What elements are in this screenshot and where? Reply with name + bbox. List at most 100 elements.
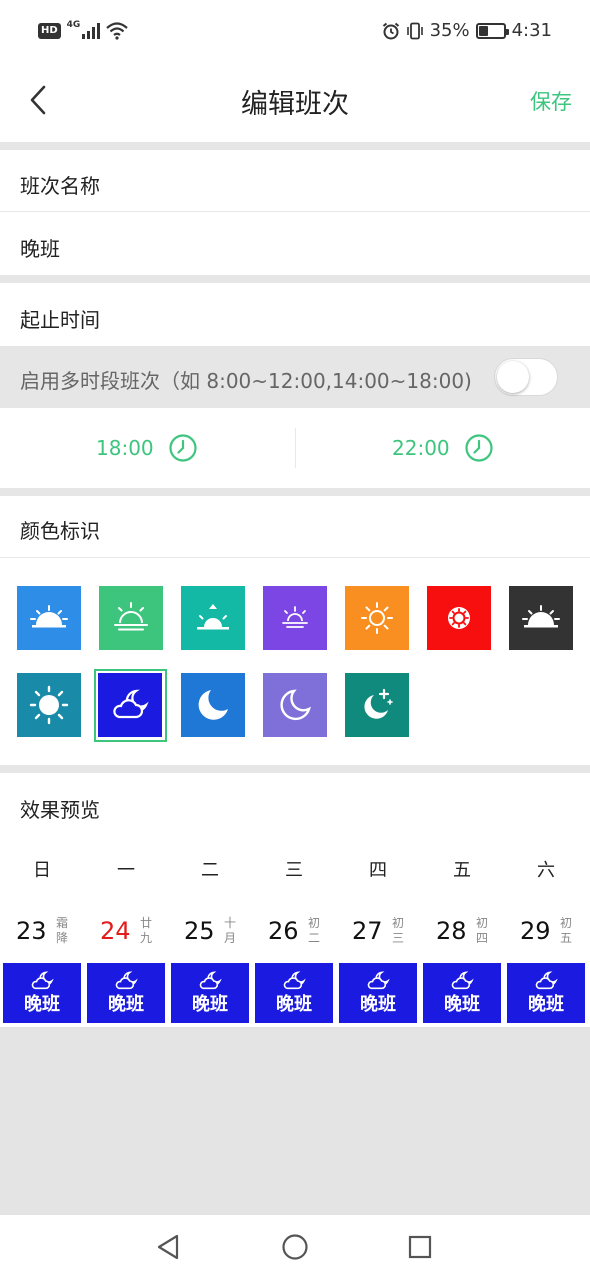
end-time-picker[interactable]: 22:00 [392,408,494,488]
wifi-icon [106,22,129,40]
moon-icon [198,690,228,720]
color-option-moon[interactable] [181,673,245,737]
cloud-moon-icon [115,971,138,990]
recents-square-icon [408,1235,432,1259]
network-type: 4G [66,20,81,30]
shift-preview-label: 晚班 [444,994,480,1015]
status-left: HD 4G [38,20,129,40]
cloud-moon-icon [535,971,558,990]
color-option-sun-full[interactable] [17,673,81,737]
hd-icon: HD [38,23,61,39]
date-cell: 25 十月 [168,912,252,954]
status-right: 35% 4:31 [382,20,552,41]
lunar-date: 初四 [475,916,488,945]
color-option-moon-outline[interactable] [263,673,327,737]
clock-icon [169,434,197,462]
divider [0,211,590,212]
sunrise-up-icon [197,604,229,630]
date-number: 28 [436,917,467,945]
sun-full-icon [29,685,69,725]
shift-preview-cell: 晚班 [171,963,249,1023]
divider [0,557,590,558]
shift-preview-cell: 晚班 [87,963,165,1023]
time-row: 18:00 22:00 [0,408,590,488]
home-circle-icon [282,1234,308,1260]
sunset-dark-icon [522,605,560,628]
weekday-sat: 六 [537,860,555,881]
sunrise-outline-icon [114,602,148,631]
shift-preview-label: 晚班 [360,994,396,1015]
lunar-date: 初五 [559,916,572,945]
lunar-date: 廿九 [139,916,152,945]
weekday-sun: 日 [33,860,51,881]
alarm-icon [382,22,399,39]
app-header: 编辑班次 保存 [0,68,590,142]
shift-preview-label: 晚班 [24,994,60,1015]
sunrise-icon [30,605,68,628]
multi-period-row: 启用多时段班次（如 8:00~12:00,14:00~18:00) [0,346,590,408]
shift-preview-cell: 晚班 [255,963,333,1023]
nav-recents-button[interactable] [402,1229,438,1265]
date-cell: 26 初二 [252,912,336,954]
cloud-moon-icon [199,971,222,990]
color-option-sun[interactable] [427,586,491,650]
cloud-moon-icon [451,971,474,990]
shift-name-title: 班次名称 [20,174,100,198]
color-option-sunrise-up[interactable] [181,586,245,650]
date-number: 27 [352,917,383,945]
shift-preview-cell: 晚班 [339,963,417,1023]
multi-period-toggle[interactable] [494,358,558,396]
shift-preview-cell: 晚班 [423,963,501,1023]
moon-outline-icon [280,689,311,721]
battery-level-fill [478,25,488,36]
weekday-tue: 二 [201,860,219,881]
section-gap [0,142,590,150]
color-option-sunrise-outline[interactable] [99,586,163,650]
lunar-date: 初二 [307,916,320,945]
shift-preview-cell: 晚班 [507,963,585,1023]
save-button[interactable]: 保存 [530,86,572,116]
section-gap [0,765,590,773]
color-option-cloud-moon[interactable] [98,673,162,737]
sun-icon [448,607,470,629]
date-cell: 29 初五 [504,912,588,954]
shift-name-input[interactable]: 晚班 [20,233,60,262]
time-separator [295,428,296,468]
color-option-sun-outline[interactable] [345,586,409,650]
date-number: 23 [16,917,47,945]
color-label-title: 颜色标识 [20,519,100,543]
date-number: 25 [184,917,215,945]
status-bar: HD 4G 35% 4:31 [0,0,590,68]
color-option-sunset-dark[interactable] [509,586,573,650]
color-option-moon-stars[interactable] [345,673,409,737]
start-time-picker[interactable]: 18:00 [96,408,198,488]
lunar-date: 十月 [223,916,236,945]
shift-preview-label: 晚班 [276,994,312,1015]
weekday-fri: 五 [453,860,471,881]
start-time: 18:00 [96,436,154,460]
preview-title: 效果预览 [20,798,100,822]
color-option-sunrise[interactable] [17,586,81,650]
section-gap [0,275,590,283]
date-cell: 23 霜降 [0,912,84,954]
weekday-thu: 四 [369,860,387,881]
page-title: 编辑班次 [241,89,349,120]
vibrate-icon [406,22,423,39]
date-number: 26 [268,917,299,945]
cloud-moon-icon [31,971,54,990]
nav-home-button[interactable] [277,1229,313,1265]
shift-preview-label: 晚班 [108,994,144,1015]
battery-icon [475,22,509,39]
date-cell: 28 初四 [420,912,504,954]
back-triangle-icon [157,1234,179,1260]
moon-stars-icon [364,688,393,719]
weekday-wed: 三 [285,860,303,881]
time-range-title: 起止时间 [20,308,100,332]
color-option-sunset[interactable] [263,586,327,650]
nav-back-button[interactable] [150,1229,186,1265]
section-gap [0,488,590,496]
date-cell: 24 廿九 [84,912,168,954]
lunar-date: 霜降 [55,916,68,945]
date-number-today: 24 [100,917,131,945]
signal-icon [82,23,101,39]
